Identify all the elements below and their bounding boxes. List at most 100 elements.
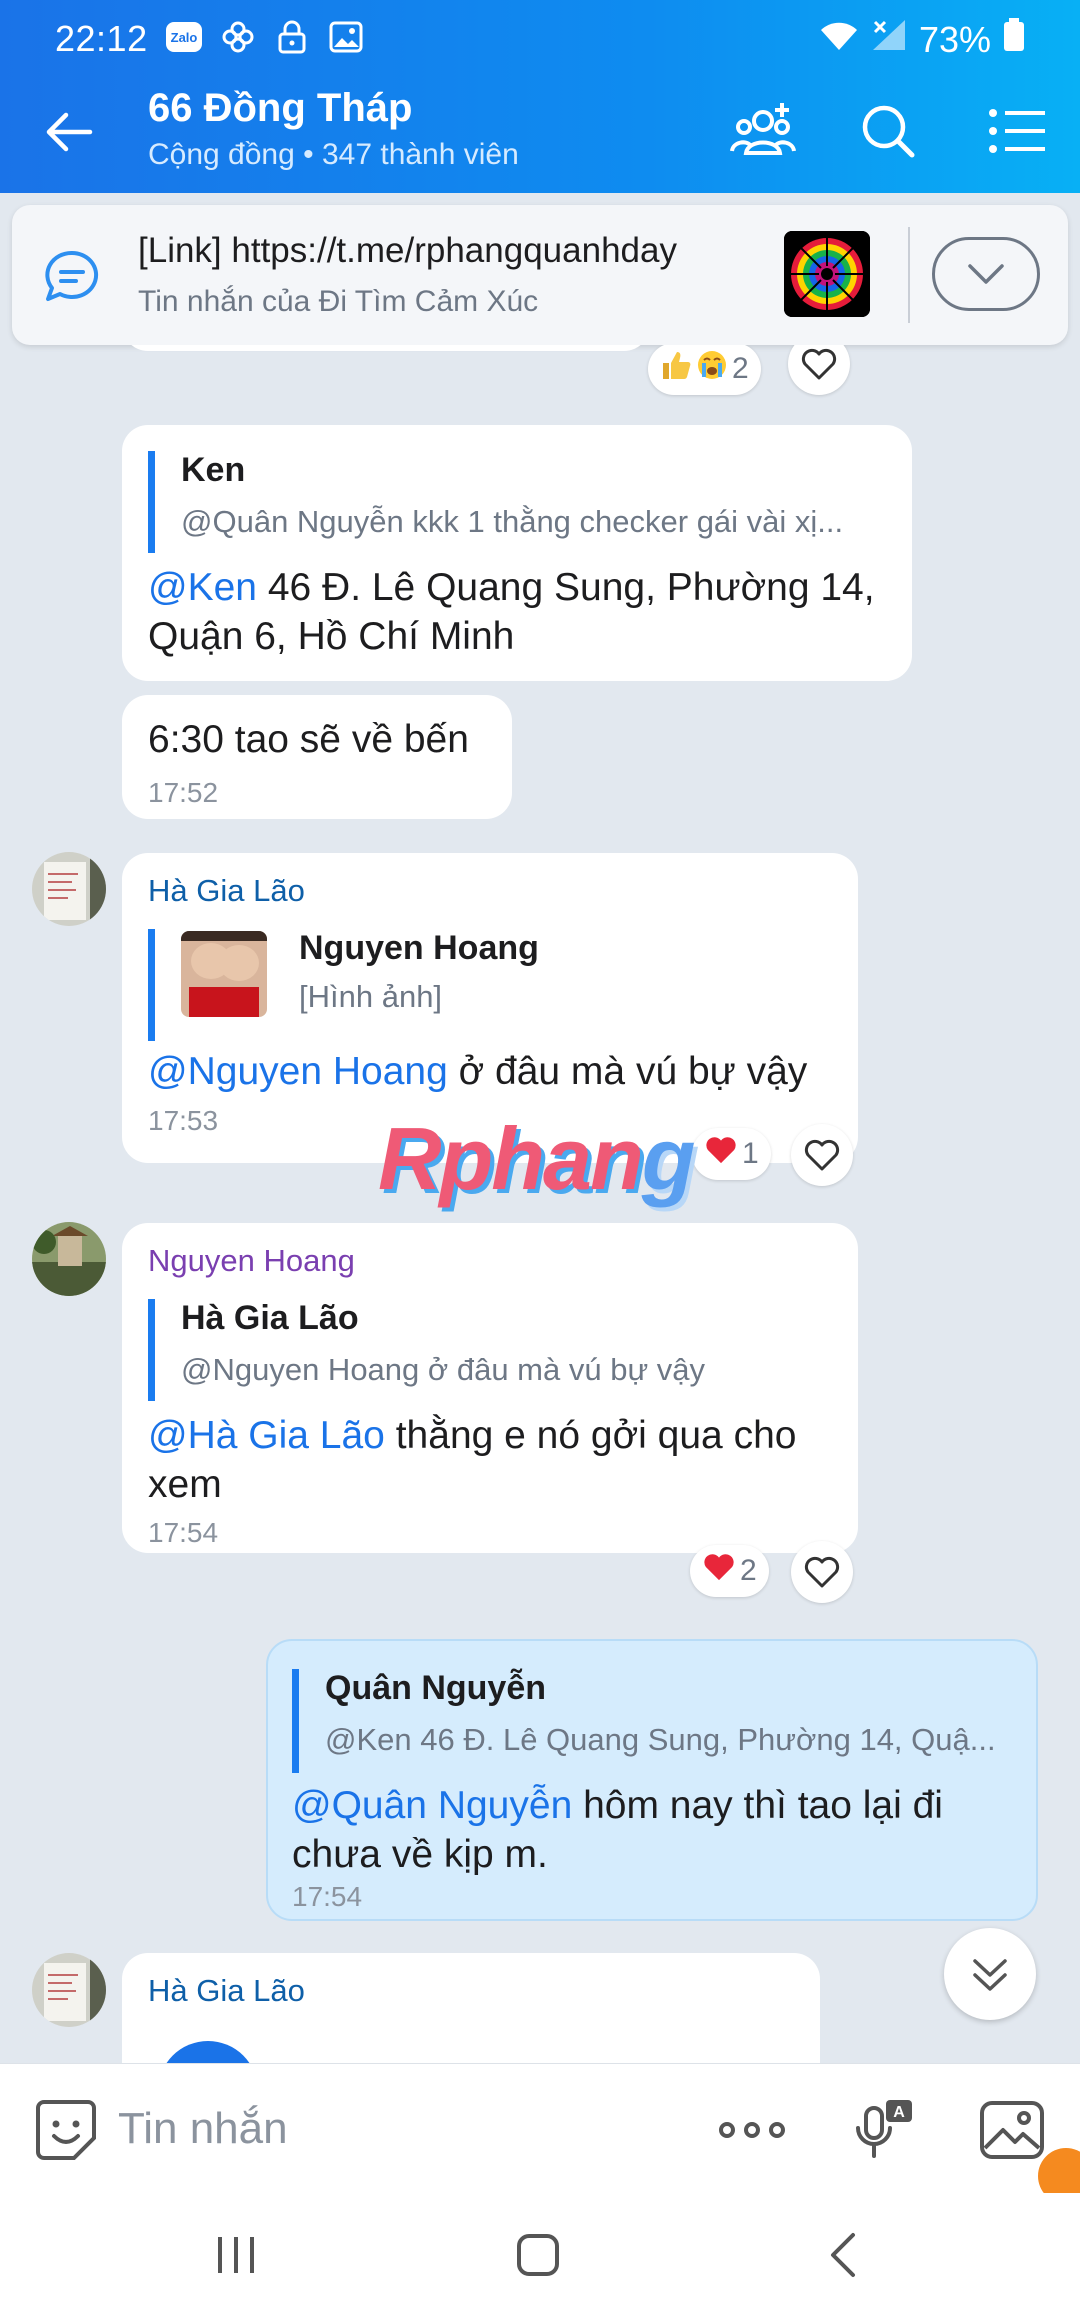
sender-name[interactable]: Hà Gia Lão bbox=[148, 873, 305, 909]
chevron-down-icon bbox=[968, 264, 1004, 284]
quote-author: Quân Nguyễn bbox=[325, 1669, 547, 1707]
recent-apps-button[interactable] bbox=[196, 2223, 276, 2287]
reaction-count: 2 bbox=[740, 1554, 757, 1587]
quoted-message[interactable]: Nguyen Hoang [Hình ảnh] bbox=[148, 929, 838, 1041]
pinned-divider bbox=[908, 227, 910, 323]
thumbs-up-icon bbox=[660, 349, 692, 389]
sender-name[interactable]: Nguyen Hoang bbox=[148, 1243, 355, 1279]
home-button[interactable] bbox=[498, 2223, 578, 2287]
svg-text:A: A bbox=[893, 2104, 905, 2121]
pinned-link-text[interactable]: [Link] https://t.me/rphangquanhday bbox=[138, 231, 677, 271]
my-message-bubble[interactable]: Quân Nguyễn @Ken 46 Đ. Lê Quang Sung, Ph… bbox=[266, 1639, 1038, 1921]
gallery-icon bbox=[327, 20, 365, 54]
heart-icon bbox=[804, 1556, 840, 1588]
status-notification-icons: Zalo bbox=[165, 20, 365, 54]
link-preview-icon bbox=[158, 2041, 258, 2063]
more-icon bbox=[719, 2122, 785, 2138]
message-text: @Nguyen Hoang ở đâu mà vú bự vậy bbox=[148, 1050, 808, 1093]
back-button[interactable] bbox=[40, 102, 100, 162]
pinned-message-bar[interactable]: [Link] https://t.me/rphangquanhday Tin n… bbox=[12, 205, 1068, 345]
message-bubble[interactable]: 6:30 tao sẽ về bến 17:52 bbox=[122, 695, 512, 819]
quoted-message[interactable]: Hà Gia Lão @Nguyen Hoang ở đâu mà vú bự … bbox=[148, 1299, 838, 1401]
add-member-button[interactable] bbox=[728, 96, 798, 166]
quote-text: @Nguyen Hoang ở đâu mà vú bự vậy bbox=[181, 1352, 706, 1387]
reaction-count: 2 bbox=[732, 352, 749, 385]
more-options-button[interactable] bbox=[716, 2094, 788, 2166]
heart-icon bbox=[804, 1139, 840, 1171]
pinned-source: Tin nhắn của Đi Tìm Cảm Xúc bbox=[138, 285, 539, 318]
pinwheel-icon bbox=[219, 20, 257, 54]
system-nav-bar bbox=[0, 2193, 1080, 2316]
message-time: 17:54 bbox=[292, 1881, 363, 1912]
message-time: 17:52 bbox=[148, 777, 219, 808]
image-button[interactable] bbox=[976, 2094, 1048, 2166]
top-bar: 22:12 Zalo 73% 66 Đồng Tháp Cộng đồng • … bbox=[0, 0, 1080, 193]
avatar[interactable] bbox=[32, 1222, 106, 1296]
reaction-badge[interactable]: 1 bbox=[692, 1128, 771, 1180]
battery-icon bbox=[1003, 18, 1025, 61]
message-time: 17:54 bbox=[148, 1517, 219, 1548]
like-button[interactable] bbox=[791, 1541, 853, 1603]
message-bubble[interactable]: Ken @Quân Nguyễn kkk 1 thằng checker gái… bbox=[122, 425, 912, 681]
heart-reaction-icon bbox=[704, 1135, 738, 1173]
heart-icon bbox=[801, 348, 837, 380]
quote-author: Nguyen Hoang bbox=[299, 929, 539, 967]
home-icon bbox=[517, 2234, 559, 2276]
status-bar: 22:12 Zalo 73% bbox=[0, 0, 1080, 66]
add-member-icon bbox=[730, 103, 796, 155]
mention-link[interactable]: @Quân Nguyễn bbox=[292, 1784, 572, 1827]
reaction-badge[interactable]: 2 bbox=[690, 1545, 769, 1597]
pinned-expand-button[interactable] bbox=[932, 237, 1040, 311]
like-button[interactable] bbox=[788, 345, 850, 395]
group-subtitle: Cộng đồng • 347 thành viên bbox=[148, 138, 519, 171]
message-composer: A bbox=[0, 2063, 1080, 2193]
heart-reaction-icon bbox=[702, 1552, 736, 1590]
menu-list-icon bbox=[989, 109, 1045, 153]
scroll-to-bottom-button[interactable] bbox=[944, 1928, 1036, 2020]
quote-image-thumbnail bbox=[181, 931, 267, 1017]
quoted-message[interactable]: Quân Nguyễn @Ken 46 Đ. Lê Quang Sung, Ph… bbox=[292, 1669, 1018, 1773]
voice-to-text-button[interactable]: A bbox=[848, 2094, 920, 2166]
status-time: 22:12 bbox=[55, 18, 148, 59]
chevron-left-icon bbox=[831, 2233, 855, 2277]
chat-header: 66 Đồng Tháp Cộng đồng • 347 thành viên bbox=[0, 66, 1080, 193]
reaction-count: 1 bbox=[742, 1137, 759, 1170]
battery-percent: 73% bbox=[918, 18, 991, 60]
sticker-icon bbox=[36, 2100, 96, 2160]
message-time: 17:53 bbox=[148, 1105, 219, 1136]
signal-icon bbox=[871, 18, 907, 61]
image-icon bbox=[980, 2101, 1044, 2159]
quote-text: @Ken 46 Đ. Lê Quang Sung, Phường 14, Quậ… bbox=[325, 1722, 996, 1757]
system-back-button[interactable] bbox=[802, 2223, 882, 2287]
status-right: 73% bbox=[819, 18, 1025, 61]
message-text: @Quân Nguyễn hôm nay thì tao lại đi chưa… bbox=[292, 1784, 943, 1876]
mention-link[interactable]: @Ken bbox=[148, 566, 257, 609]
reaction-badge[interactable]: 2 bbox=[648, 345, 761, 395]
recent-apps-icon bbox=[218, 2237, 254, 2273]
mention-link[interactable]: @Hà Gia Lão bbox=[148, 1414, 385, 1457]
search-button[interactable] bbox=[853, 96, 923, 166]
quote-text: @Quân Nguyễn kkk 1 thằng checker gái vài… bbox=[181, 504, 844, 539]
lock-icon bbox=[273, 20, 311, 54]
message-bubble[interactable]: Hà Gia Lão bbox=[122, 1953, 820, 2063]
sticker-button[interactable] bbox=[30, 2094, 102, 2166]
voice-to-text-icon: A bbox=[856, 2100, 912, 2158]
message-text: @Hà Gia Lão thằng e nó gởi qua cho xem bbox=[148, 1414, 797, 1506]
search-icon bbox=[862, 105, 915, 158]
message-bubble-cut[interactable] bbox=[122, 345, 650, 351]
back-arrow-icon bbox=[46, 112, 93, 152]
pinned-thumbnail[interactable] bbox=[784, 231, 870, 317]
message-bubble[interactable]: Nguyen Hoang Hà Gia Lão @Nguyen Hoang ở … bbox=[122, 1223, 858, 1553]
menu-button[interactable] bbox=[982, 96, 1052, 166]
avatar[interactable] bbox=[32, 1953, 106, 2027]
quote-text: [Hình ảnh] bbox=[299, 979, 443, 1014]
group-title[interactable]: 66 Đồng Tháp bbox=[148, 86, 412, 131]
quoted-message[interactable]: Ken @Quân Nguyễn kkk 1 thằng checker gái… bbox=[148, 451, 888, 553]
message-input[interactable] bbox=[118, 2096, 678, 2162]
avatar[interactable] bbox=[32, 852, 106, 926]
message-text: @Ken 46 Đ. Lê Quang Sung, Phường 14, Quậ… bbox=[148, 566, 875, 658]
sender-name[interactable]: Hà Gia Lão bbox=[148, 1973, 305, 2009]
mention-link[interactable]: @Nguyen Hoang bbox=[148, 1050, 448, 1093]
like-button[interactable] bbox=[791, 1124, 853, 1186]
quote-author: Ken bbox=[181, 451, 246, 489]
